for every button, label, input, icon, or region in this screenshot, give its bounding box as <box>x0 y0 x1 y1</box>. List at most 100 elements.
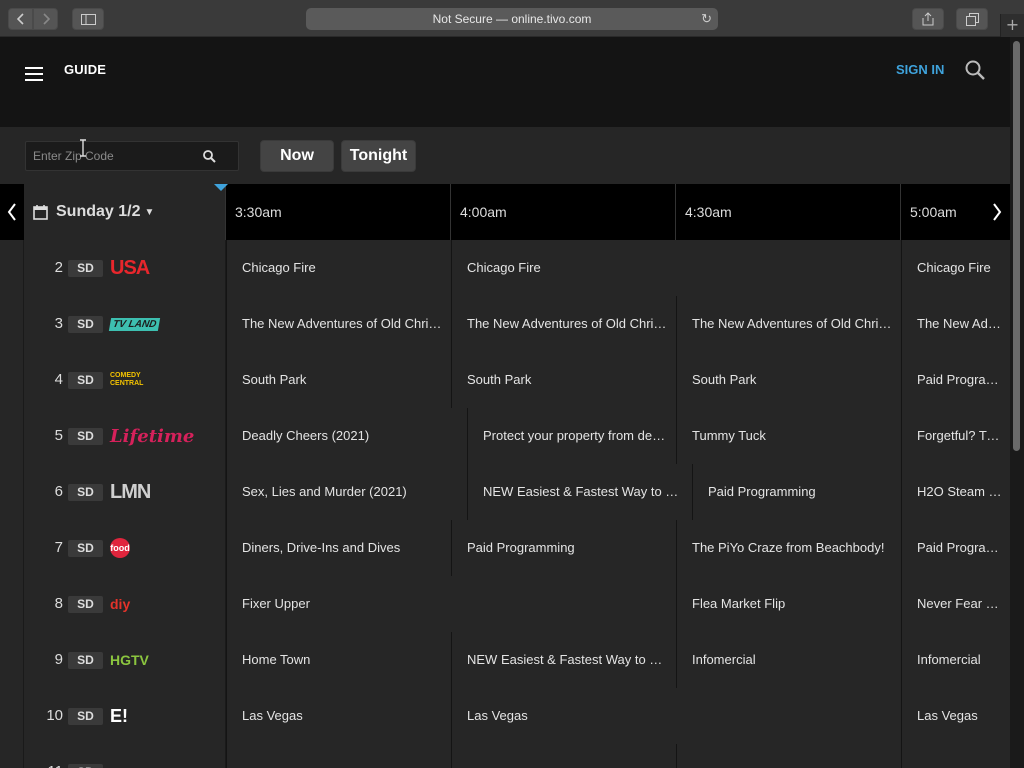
program-cell[interactable]: NEW Easiest & Fastest Way to do Laundry <box>467 464 692 520</box>
hamburger-icon[interactable] <box>25 67 43 81</box>
caret-down-icon: ▼ <box>144 206 155 218</box>
page-title: GUIDE <box>64 62 107 77</box>
program-cell[interactable]: The New Adventures of Old Christine <box>226 296 451 352</box>
program-cell[interactable]: Chicago Fire <box>901 240 1010 296</box>
row-left-gutter <box>0 688 24 744</box>
row-left-gutter <box>0 408 24 464</box>
program-cell[interactable]: Sex, Lies and Murder (2021) <box>226 464 467 520</box>
zip-code-input[interactable] <box>26 142 186 170</box>
row-left-gutter <box>0 352 24 408</box>
forward-button[interactable] <box>33 8 58 30</box>
row-left-gutter <box>0 520 24 576</box>
program-cell[interactable] <box>901 744 1010 768</box>
channel-info[interactable]: 3 SD TV LAND <box>24 296 226 352</box>
channel-info[interactable]: 9 SD HGTV <box>24 632 226 688</box>
channel-row: 10 SD E! Las Vegas Las Vegas Las Vegas <box>0 688 1010 744</box>
new-tab-button[interactable]: + <box>1000 14 1024 37</box>
channel-row: 5 SD Lifetime Deadly Cheers (2021) Protect y… <box>0 408 1010 464</box>
program-cell[interactable]: Deadly Cheers (2021) <box>226 408 467 464</box>
channel-logo-text: food <box>110 538 130 558</box>
program-cell[interactable] <box>451 744 676 768</box>
calendar-icon <box>33 205 48 220</box>
share-button[interactable] <box>912 8 944 30</box>
scrollbar-thumb[interactable] <box>1013 41 1020 451</box>
tabs-button[interactable] <box>956 8 988 30</box>
program-cell[interactable]: Never Fear Power Outages <box>901 576 1010 632</box>
history-nav <box>8 8 58 30</box>
program-cell[interactable]: Diners, Drive-Ins and Dives <box>226 520 451 576</box>
channel-info[interactable]: 10 SD E! <box>24 688 226 744</box>
zip-search-icon[interactable] <box>202 149 216 163</box>
quality-badge: SD <box>68 652 103 669</box>
program-cell[interactable]: Las Vegas <box>451 688 901 744</box>
program-cell[interactable]: The New Adventures of Old Christine <box>676 296 901 352</box>
channel-logo: E! <box>110 702 182 730</box>
back-button[interactable] <box>8 8 33 30</box>
program-cell[interactable]: Paid Programming <box>901 352 1010 408</box>
program-cell[interactable]: The New Adventures of Old Christine <box>451 296 676 352</box>
sidebar-icon <box>80 13 96 25</box>
time-slot-label: 4:30am <box>675 184 900 240</box>
site-header: GUIDE SIGN IN <box>0 37 1010 127</box>
channel-logo: USA <box>110 254 182 282</box>
channel-grid: 2 SD USA Chicago Fire Chicago Fire Chicago Fi… <box>0 240 1010 768</box>
channel-logo-text: E! <box>110 705 128 726</box>
program-cell[interactable]: South Park <box>676 352 901 408</box>
channel-info[interactable]: 6 SD LMN <box>24 464 226 520</box>
channel-row: 9 SD HGTV Home Town NEW Easiest & Fastest Wa… <box>0 632 1010 688</box>
program-cell[interactable]: Flea Market Flip <box>676 576 901 632</box>
program-cell[interactable]: South Park <box>451 352 676 408</box>
tabs-icon <box>965 12 979 26</box>
channel-row: 11 SD GAME <box>0 744 1010 768</box>
program-cell[interactable]: NEW Easiest & Fastest Way to do Laundry <box>451 632 676 688</box>
program-cell[interactable]: Fixer Upper <box>226 576 676 632</box>
channel-number: 9 <box>54 651 63 668</box>
program-cell[interactable]: Home Town <box>226 632 451 688</box>
program-cell[interactable] <box>676 744 901 768</box>
quality-badge: SD <box>68 540 103 557</box>
channel-logo-text: USA <box>110 256 150 279</box>
channel-row: 6 SD LMN Sex, Lies and Murder (2021) NEW Eas… <box>0 464 1010 520</box>
next-time-button[interactable] <box>984 184 1010 240</box>
previous-time-button[interactable] <box>0 184 24 240</box>
program-cell[interactable]: Las Vegas <box>226 688 451 744</box>
search-icon[interactable] <box>964 59 986 81</box>
day-label: Sunday 1/2 <box>56 203 141 220</box>
program-cell[interactable]: H2O Steam Fx Pro <box>901 464 1010 520</box>
channel-info[interactable]: 2 SD USA <box>24 240 226 296</box>
sign-in-link[interactable]: SIGN IN <box>896 62 944 77</box>
program-cell[interactable] <box>226 744 451 768</box>
now-button[interactable]: Now <box>260 140 334 172</box>
reload-icon[interactable]: ↻ <box>701 8 712 30</box>
channel-logo: HGTV <box>110 646 182 674</box>
program-cell[interactable]: The PiYo Craze from Beachbody! <box>676 520 901 576</box>
program-cell[interactable]: Infomercial <box>901 632 1010 688</box>
program-cell[interactable]: Las Vegas <box>901 688 1010 744</box>
program-cell[interactable]: Protect your property from devastating..… <box>467 408 676 464</box>
channel-info[interactable]: 4 SD COMEDY CENTRAL <box>24 352 226 408</box>
tonight-button[interactable]: Tonight <box>341 140 416 172</box>
day-selector[interactable]: Sunday 1/2 ▼ <box>24 184 225 240</box>
channel-row: 7 SD food Diners, Drive-Ins and Dives Paid P… <box>0 520 1010 576</box>
program-cell[interactable]: The New Adventures of Old Christine <box>901 296 1010 352</box>
channel-info[interactable]: 7 SD food <box>24 520 226 576</box>
program-cell[interactable]: South Park <box>226 352 451 408</box>
sidebar-button[interactable] <box>72 8 104 30</box>
program-cell[interactable]: Infomercial <box>676 632 901 688</box>
channel-row: 4 SD COMEDY CENTRAL South Park South Park Sou… <box>0 352 1010 408</box>
program-cell[interactable]: Forgetful? Try This <box>901 408 1010 464</box>
channel-logo: GAME <box>110 758 182 768</box>
channel-info[interactable]: 11 SD GAME <box>24 744 226 768</box>
url-text: Not Secure — online.tivo.com <box>432 12 592 26</box>
page-scrollbar[interactable] <box>1010 37 1024 768</box>
program-cell[interactable]: Chicago Fire <box>451 240 901 296</box>
program-cell[interactable]: Paid Programming <box>451 520 676 576</box>
channel-info[interactable]: 8 SD diy <box>24 576 226 632</box>
channel-logo-text: COMEDY CENTRAL <box>110 372 144 387</box>
address-bar[interactable]: Not Secure — online.tivo.com ↻ <box>306 8 718 30</box>
program-cell[interactable]: Paid Programming <box>692 464 901 520</box>
program-cell[interactable]: Chicago Fire <box>226 240 451 296</box>
program-cell[interactable]: Paid Programming <box>901 520 1010 576</box>
channel-info[interactable]: 5 SD Lifetime <box>24 408 226 464</box>
program-cell[interactable]: Tummy Tuck <box>676 408 901 464</box>
